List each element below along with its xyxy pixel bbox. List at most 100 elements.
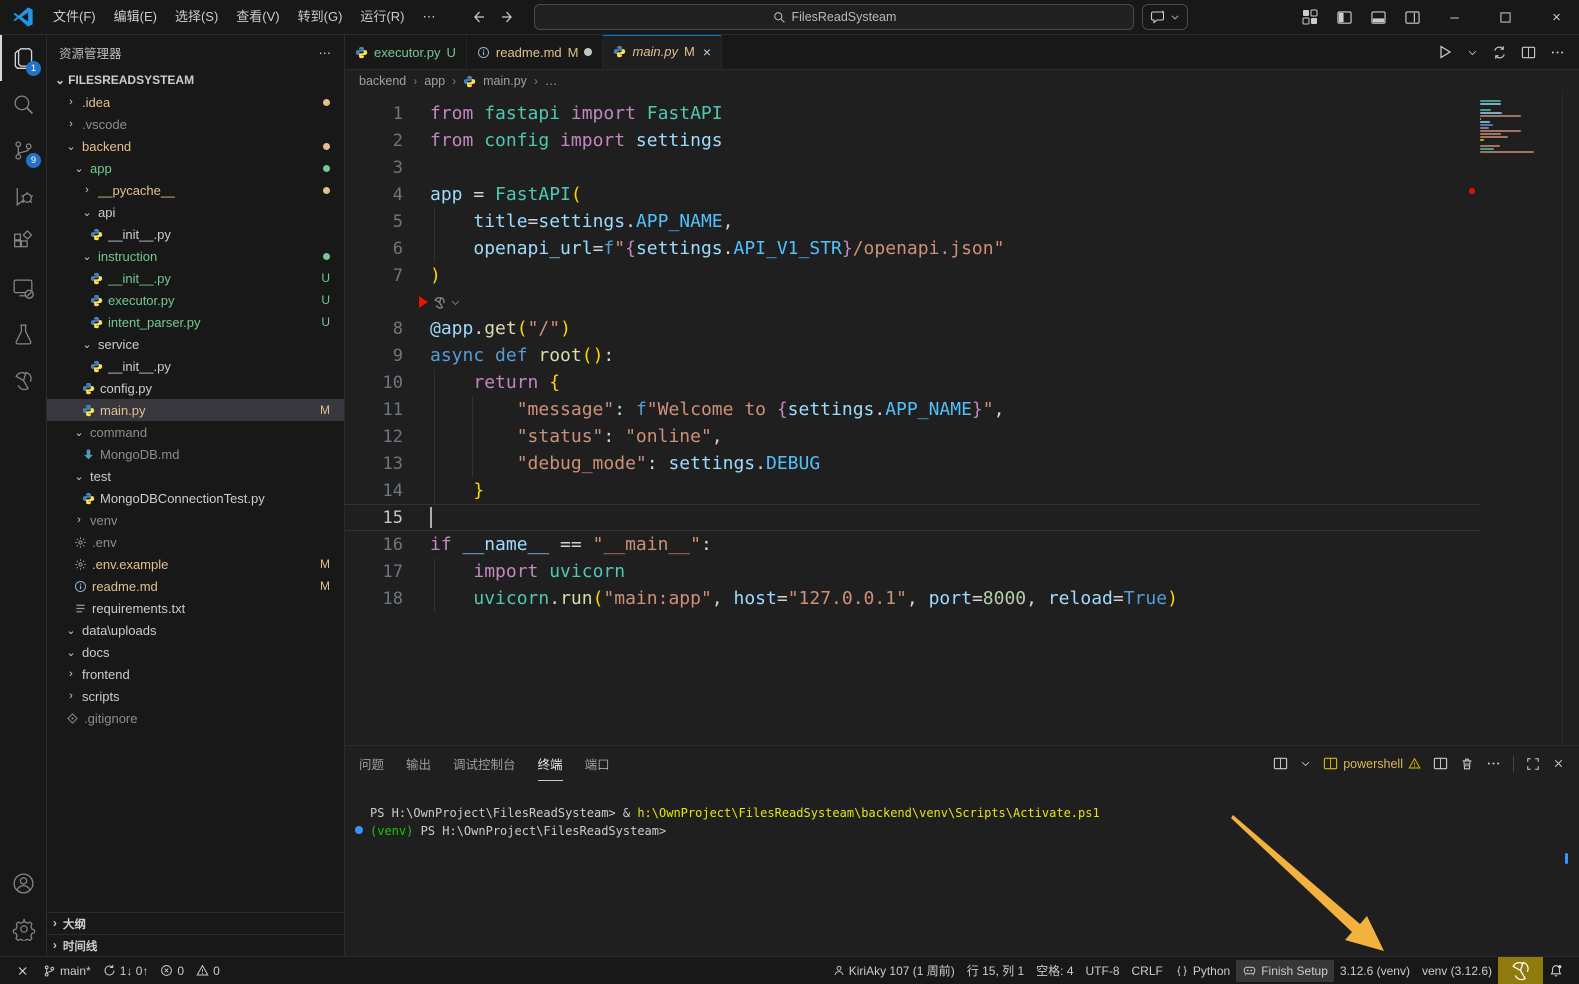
tab-close-icon[interactable]: × (703, 44, 711, 60)
tree-file-executor-py[interactable]: executor.pyU (47, 289, 344, 311)
panel-tab-终端[interactable]: 终端 (538, 746, 563, 781)
tree-file---init---py[interactable]: __init__.py (47, 223, 344, 245)
status-kiriaky-107--1----[interactable]: KiriAky 107 (1 周前) (827, 960, 961, 982)
tree-folder-backend[interactable]: ⌄backend (47, 135, 344, 157)
status-finish-setup[interactable]: Finish Setup (1236, 960, 1334, 982)
panel-tab-端口[interactable]: 端口 (585, 746, 610, 781)
activity-explorer[interactable]: 1 (0, 35, 47, 81)
status-3-12-6--venv-[interactable]: 3.12.6 (venv) (1334, 960, 1416, 982)
tree-file-readme-md[interactable]: readme.mdM (47, 575, 344, 597)
activity-extensions[interactable] (0, 219, 47, 265)
tree-folder---pycache--[interactable]: ›__pycache__ (47, 179, 344, 201)
tree-folder--vscode[interactable]: ›.vscode (47, 113, 344, 135)
activity-ai-swirl[interactable] (0, 357, 47, 403)
menu-item-1[interactable]: 编辑(E) (105, 6, 166, 28)
ai-widget[interactable] (432, 295, 461, 310)
command-decoration-dot[interactable] (355, 826, 363, 834)
tree-folder--idea[interactable]: ›.idea (47, 91, 344, 113)
sidebar-section-大纲[interactable]: ›大纲 (47, 912, 344, 934)
status-----4[interactable]: 空格: 4 (1030, 960, 1079, 982)
breadcrumb[interactable]: backend›app›main.py›… (345, 70, 1579, 92)
tab-executor-py[interactable]: executor.pyU (345, 35, 467, 69)
status-venv--3-12-6-[interactable]: venv (3.12.6) (1416, 960, 1498, 982)
split-icon[interactable] (1521, 45, 1536, 60)
panel-tab-调试控制台[interactable]: 调试控制台 (453, 746, 516, 781)
tree-file--gitignore[interactable]: .gitignore (47, 707, 344, 729)
breadcrumb-item[interactable]: … (545, 74, 558, 88)
tree-file---init---py[interactable]: __init__.py (47, 355, 344, 377)
close-sm-icon[interactable] (1552, 757, 1565, 770)
split-icon[interactable] (1273, 756, 1288, 771)
status---15----1[interactable]: 行 15, 列 1 (961, 960, 1030, 982)
code-editor[interactable]: 1from fastapi import FastAPI2from config… (345, 92, 1579, 745)
tree-file-requirements-txt[interactable]: requirements.txt (47, 597, 344, 619)
terminal-scrollbar[interactable] (1565, 853, 1568, 864)
status-0[interactable]: 0 (190, 960, 226, 982)
play-icon[interactable] (1437, 44, 1453, 60)
activity-run-debug[interactable] (0, 173, 47, 219)
nav-forward-icon[interactable] (500, 9, 516, 25)
tree-folder-command[interactable]: ⌄command (47, 421, 344, 443)
command-center-search[interactable]: FilesReadSysteam (534, 4, 1134, 30)
toggle-sidebar-icon[interactable] (1330, 5, 1358, 29)
close-button[interactable]: × (1534, 0, 1579, 34)
editor-scrollbar[interactable] (1562, 92, 1563, 745)
minimap[interactable] (1480, 100, 1560, 154)
terminal-list-item[interactable]: powershell (1323, 756, 1421, 771)
activity-settings-gear[interactable] (0, 906, 47, 952)
tree-folder-venv[interactable]: ›venv (47, 509, 344, 531)
minimize-button[interactable]: – (1432, 0, 1477, 34)
chevron-down-icon[interactable] (1300, 758, 1311, 769)
trash-icon[interactable] (1460, 757, 1474, 771)
activity-search[interactable] (0, 81, 47, 127)
status-crlf[interactable]: CRLF (1126, 960, 1169, 982)
panel-tab-输出[interactable]: 输出 (406, 746, 431, 781)
tree-file-mongodbconnectiontest-py[interactable]: MongoDBConnectionTest.py (47, 487, 344, 509)
tab-readme-md[interactable]: readme.mdM (467, 35, 604, 69)
tree-file-intent-parser-py[interactable]: intent_parser.pyU (47, 311, 344, 333)
activity-testing[interactable] (0, 311, 47, 357)
split-icon[interactable] (1433, 756, 1448, 771)
tree-file-main-py[interactable]: main.pyM (47, 399, 344, 421)
tree-file-config-py[interactable]: config.py (47, 377, 344, 399)
tree-folder-data-uploads[interactable]: ⌄data\uploads (47, 619, 344, 641)
menu-item-0[interactable]: 文件(F) (44, 6, 105, 28)
panel-tab-问题[interactable]: 问题 (359, 746, 384, 781)
menu-item-6[interactable]: ⋯ (413, 6, 444, 28)
tree-folder-docs[interactable]: ⌄docs (47, 641, 344, 663)
tree-folder-test[interactable]: ⌄test (47, 465, 344, 487)
nav-back-icon[interactable] (470, 9, 486, 25)
tree-file---init---py[interactable]: __init__.pyU (47, 267, 344, 289)
status-0[interactable]: 0 (154, 960, 190, 982)
status-main-[interactable]: main* (37, 960, 97, 982)
customize-layout-icon[interactable] (1296, 5, 1324, 29)
tree-folder-service[interactable]: ⌄service (47, 333, 344, 355)
tree-folder-scripts[interactable]: ›scripts (47, 685, 344, 707)
toggle-panel-icon[interactable] (1364, 5, 1392, 29)
tree-file--env[interactable]: .env (47, 531, 344, 553)
maximize-panel-icon[interactable] (1526, 757, 1540, 771)
activity-account[interactable] (0, 860, 47, 906)
tab-main-py[interactable]: main.pyM× (603, 35, 722, 69)
tree-folder-instruction[interactable]: ⌄instruction (47, 245, 344, 267)
menu-item-2[interactable]: 选择(S) (166, 6, 227, 28)
tree-folder-api[interactable]: ⌄api (47, 201, 344, 223)
maximize-button[interactable] (1483, 0, 1528, 34)
loop-icon[interactable] (1492, 45, 1507, 60)
chat-button[interactable] (1142, 4, 1188, 30)
more-icon[interactable] (1550, 45, 1565, 60)
breadcrumb-item[interactable]: app (424, 74, 445, 88)
status-1--0-[interactable]: 1↓ 0↑ (97, 960, 155, 982)
tree-file-mongodb-md[interactable]: MongoDB.md (47, 443, 344, 465)
more-icon[interactable] (1486, 756, 1501, 771)
sidebar-section-时间线[interactable]: ›时间线 (47, 934, 344, 956)
activity-remote-explorer[interactable] (0, 265, 47, 311)
terminal-output[interactable]: PS H:\OwnProject\FilesReadSysteam> & h:\… (345, 781, 1579, 840)
activity-source-control[interactable]: 9 (0, 127, 47, 173)
sidebar-more-icon[interactable]: ⋯ (319, 45, 333, 60)
tree-file--env-example[interactable]: .env.exampleM (47, 553, 344, 575)
menu-item-3[interactable]: 查看(V) (227, 6, 288, 28)
chevron-down-icon[interactable] (1467, 47, 1478, 58)
breadcrumb-item[interactable]: backend (359, 74, 406, 88)
status-utf-8[interactable]: UTF-8 (1080, 960, 1126, 982)
